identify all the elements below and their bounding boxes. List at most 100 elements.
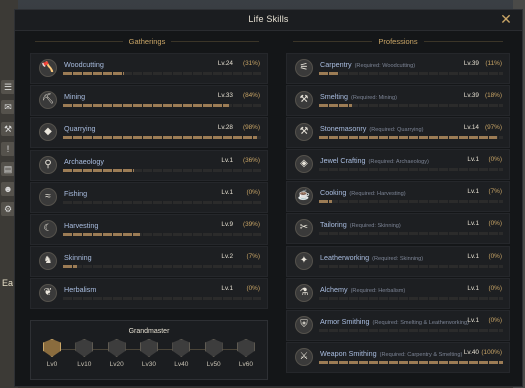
grandmaster-panel: Grandmaster Lv0 Lv10 Lv20 Lv30 Lv40 Lv50 Lv60 bbox=[30, 320, 268, 380]
gatherings-row[interactable]: 🪓 Woodcutting Lv.24 (31%) bbox=[30, 53, 268, 84]
hud-quest-icon[interactable]: ! bbox=[1, 142, 15, 156]
skill-level: Lv.24 bbox=[217, 60, 233, 67]
professions-row[interactable]: ⚒ Smelting (Required: Mining) Lv.39 (18%) bbox=[286, 85, 510, 117]
grandmaster-badge: Lv20 bbox=[104, 339, 130, 368]
skill-requirement: (Required: Quarrying) bbox=[369, 127, 424, 134]
hud-settings-icon[interactable]: ⚙ bbox=[1, 202, 15, 216]
scissors-icon: ✂ bbox=[295, 219, 313, 238]
skill-name: Leatherworking (Required: Skinning) bbox=[320, 253, 423, 262]
gatherings-header: Gatherings bbox=[29, 34, 265, 48]
skill-percent: (0%) bbox=[488, 220, 503, 228]
professions-row[interactable]: ☕ Cooking (Required: Harvesting) Lv.1 (7%) bbox=[286, 181, 510, 213]
hud-menu-icon[interactable]: ☰ bbox=[1, 80, 15, 94]
skill-progress-bar bbox=[63, 232, 261, 236]
professions-row[interactable]: ◈ Jewel Crafting (Required: Archaeology) Lv… bbox=[286, 149, 510, 181]
fish-icon: ≈ bbox=[39, 187, 57, 206]
grandmaster-badge: Lv0 bbox=[39, 339, 65, 368]
professions-row[interactable]: ⛨ Armor Smithing (Required: Smelting & Lea… bbox=[286, 309, 510, 341]
stone-icon: ◆ bbox=[39, 123, 57, 142]
gatherings-row[interactable]: ☾ Harvesting Lv.9 (39%) bbox=[30, 213, 268, 245]
skill-name-label: Jewel Crafting bbox=[320, 156, 366, 166]
skill-name-label: Skinning bbox=[64, 253, 92, 263]
skill-progress-fill bbox=[63, 72, 125, 75]
skill-name: Cooking (Required: Harvesting) bbox=[320, 188, 406, 197]
skill-percent: (11%) bbox=[485, 60, 502, 67]
skill-name-label: Leatherworking bbox=[320, 252, 370, 262]
gatherings-title: Gatherings bbox=[128, 36, 166, 46]
shield-icon bbox=[107, 339, 126, 357]
close-icon[interactable]: ✕ bbox=[499, 12, 513, 26]
hammer-icon: ⚒ bbox=[295, 123, 313, 142]
skill-name-label: Armor Smithing bbox=[320, 316, 370, 326]
skill-name: Fishing bbox=[64, 189, 87, 198]
gatherings-list: 🪓 Woodcutting Lv.24 (31%) ⛏ Mining Lv.33 (84%) ◆… bbox=[30, 53, 268, 311]
skill-level: Lv.2 bbox=[221, 253, 233, 261]
skill-percent: (100%) bbox=[481, 348, 502, 356]
gatherings-row[interactable]: ♞ Skinning Lv.2 (7%) bbox=[30, 246, 268, 278]
skill-name: Carpentry (Required: Woodcutting) bbox=[320, 60, 415, 69]
skill-name: Jewel Crafting (Required: Archaeology) bbox=[320, 156, 429, 165]
skill-progress-bar bbox=[319, 360, 503, 364]
skill-progress-bar bbox=[63, 265, 261, 269]
skill-level: Lv.1 bbox=[467, 156, 479, 164]
skill-percent: (39%) bbox=[242, 220, 260, 228]
skill-percent: (84%) bbox=[242, 92, 260, 100]
skill-percent: (0%) bbox=[246, 188, 261, 196]
skill-name-label: Quarrying bbox=[64, 124, 96, 134]
grandmaster-badge: Lv40 bbox=[168, 339, 194, 368]
skill-progress-bar bbox=[63, 72, 261, 75]
professions-row[interactable]: ✂ Tailoring (Required: Skinning) Lv.1 (0%) bbox=[286, 213, 510, 245]
skill-requirement: (Required: Skinning) bbox=[372, 255, 424, 262]
skill-name: Stonemasonry (Required: Quarrying) bbox=[320, 124, 423, 133]
gatherings-row[interactable]: ⚲ Archaeology Lv.1 (36%) bbox=[30, 149, 268, 181]
skill-level: Lv.1 bbox=[467, 220, 479, 228]
shovel-icon: ⚲ bbox=[39, 155, 57, 174]
professions-title: Professions bbox=[378, 36, 418, 46]
life-skills-window: Life Skills ✕ Gatherings Professions 🪓 Wo… bbox=[14, 9, 523, 387]
professions-row[interactable]: ✦ Leatherworking (Required: Skinning) Lv.1 (… bbox=[286, 245, 510, 277]
skill-percent: (18%) bbox=[484, 92, 502, 100]
skill-level: Lv.1 bbox=[221, 156, 233, 164]
skill-progress-fill bbox=[63, 104, 230, 108]
skill-progress-bar bbox=[63, 168, 261, 172]
skill-name: Quarrying bbox=[64, 124, 96, 133]
gatherings-row[interactable]: ❦ Herbalism Lv.1 (0%) bbox=[30, 278, 268, 310]
skill-name-label: Alchemy bbox=[320, 284, 348, 294]
skill-level: Lv.1 bbox=[467, 284, 479, 292]
skill-progress-bar bbox=[319, 328, 503, 332]
hud-chart-icon[interactable]: ▤ bbox=[1, 162, 15, 176]
skill-name-label: Cooking bbox=[320, 188, 347, 198]
grandmaster-level-label: Lv20 bbox=[109, 361, 124, 368]
skill-name-label: Stonemasonry bbox=[320, 124, 367, 134]
skill-name-label: Archaeology bbox=[64, 156, 104, 166]
gatherings-row[interactable]: ≈ Fishing Lv.1 (0%) bbox=[30, 181, 268, 213]
saw-icon: ⚟ bbox=[295, 59, 313, 77]
professions-row[interactable]: ⚗ Alchemy (Required: Herbalism) Lv.1 (0%) bbox=[286, 277, 510, 309]
skill-progress-fill bbox=[319, 136, 498, 140]
shield-icon bbox=[75, 339, 94, 357]
professions-row[interactable]: ⚟ Carpentry (Required: Woodcutting) Lv.39 (1… bbox=[286, 53, 510, 84]
skill-name: Weapon Smithing (Required: Carpentry & Sm… bbox=[320, 349, 462, 358]
skill-progress-bar bbox=[63, 104, 261, 108]
skill-level: Lv.28 bbox=[217, 124, 233, 132]
professions-row[interactable]: ⚒ Stonemasonry (Required: Quarrying) Lv.14 (… bbox=[286, 117, 510, 149]
skill-progress-fill bbox=[319, 360, 503, 364]
pickaxe-icon: ⛏ bbox=[39, 91, 57, 110]
skill-requirement: (Required: Archaeology) bbox=[368, 159, 429, 166]
hud-group-icon[interactable]: ☻ bbox=[1, 182, 15, 196]
grandmaster-level-label: Lv30 bbox=[141, 361, 157, 368]
professions-row[interactable]: ⚔ Weapon Smithing (Required: Carpentry & S… bbox=[286, 341, 510, 373]
skill-level: Lv.39 bbox=[463, 92, 479, 100]
hud-mail-icon[interactable]: ✉ bbox=[1, 100, 15, 114]
axe-icon: 🪓 bbox=[39, 59, 57, 77]
gatherings-row[interactable]: ⛏ Mining Lv.33 (84%) bbox=[30, 85, 268, 117]
gem-icon: ◈ bbox=[295, 155, 313, 174]
window-titlebar[interactable]: Life Skills ✕ bbox=[15, 10, 522, 31]
hud-anvil-icon[interactable]: ⚒ bbox=[1, 122, 15, 136]
skill-name-label: Carpentry bbox=[320, 60, 352, 69]
gatherings-row[interactable]: ◆ Quarrying Lv.28 (98%) bbox=[30, 117, 268, 149]
shield-icon bbox=[172, 339, 191, 357]
hud-left-text: Ea bbox=[2, 278, 14, 288]
skill-requirement: (Required: Smelting & Leatherworking) bbox=[372, 319, 469, 326]
skill-progress-bar bbox=[319, 168, 503, 172]
